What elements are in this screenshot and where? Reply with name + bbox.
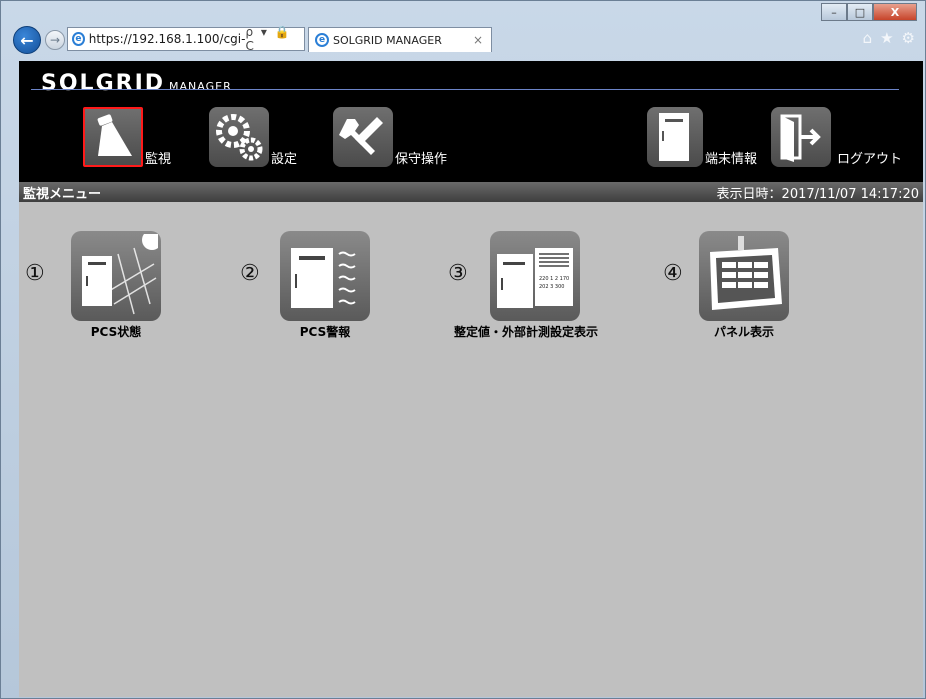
header-divider [31,89,899,90]
close-button[interactable]: X [873,3,917,21]
forward-button[interactable]: → [45,30,65,50]
nav-label: 端末情報 [705,152,758,167]
arrow-right-icon: → [49,33,61,47]
menu-number: ③ [448,261,468,286]
address-tools[interactable]: ρ ▾ 🔒 C [245,25,300,53]
menu-label: 整定値・外部計測設定表示 [454,325,599,339]
window-controls: – □ X [821,3,917,21]
home-icon[interactable]: ⌂ [863,29,873,47]
menu-pcs-status[interactable]: ① PCS状態 [19,231,169,340]
tab-close-icon[interactable]: × [473,33,483,47]
sub-header-bar: 監視メニュー 表示日時：2017/11/07 14:17:20 [19,182,923,202]
favorites-icon[interactable]: ★ [880,29,893,47]
menu-setting-values[interactable]: ③ 220 1 2 170 202 3 300 整定値・外部計測設定表示 [444,231,644,340]
page-title: 監視メニュー [23,186,102,202]
maximize-button[interactable]: □ [847,3,873,21]
nav-terminal-info[interactable]: 端末情報 [647,105,757,167]
tab-title: SOLGRID MANAGER [333,33,442,47]
browser-window: – □ X ← → e https://192.168.1.100/cgi- ρ… [0,0,926,699]
menu-number: ① [25,261,45,286]
nav-label: ログアウト [837,152,903,167]
title-bar: – □ X ← → e https://192.168.1.100/cgi- ρ… [1,1,925,54]
setting-values-icon: 220 1 2 170 202 3 300 [490,231,580,321]
svg-text:220 1 2 170: 220 1 2 170 [539,276,569,282]
ie-icon: e [315,33,329,47]
svg-text:202 3 300: 202 3 300 [539,284,564,290]
nav-logout[interactable]: ログアウト [771,105,902,167]
gears-icon [209,107,269,167]
settings-icon[interactable]: ⚙ [902,29,915,47]
app-header: SOLGRID MANAGER 監視 設定 保守操作 端末情報 ログアウト [19,61,923,182]
pcs-alarm-icon [280,231,370,321]
logo: SOLGRID MANAGER [41,71,232,96]
panel-display-icon [699,231,789,321]
address-bar[interactable]: e https://192.168.1.100/cgi- ρ ▾ 🔒 C [67,25,305,53]
menu-panel-display[interactable]: ④ パネル表示 [659,231,809,340]
tools-icon [333,107,393,167]
logo-sub: MANAGER [169,80,232,93]
browser-toolbar: ⌂ ★ ⚙ [863,29,915,47]
nav-settings[interactable]: 設定 [209,105,297,167]
nav-monitor[interactable]: 監視 [83,105,171,167]
menu-label: パネル表示 [713,325,774,339]
nav-label: 保守操作 [395,152,448,167]
display-datetime: 表示日時：2017/11/07 14:17:20 [716,186,919,202]
minimize-button[interactable]: – [821,3,847,21]
back-button[interactable]: ← [13,26,41,54]
menu-number: ④ [663,261,683,286]
nav-label: 設定 [271,152,298,167]
tab-solgrid[interactable]: e SOLGRID MANAGER × [308,27,492,52]
logo-main: SOLGRID [41,71,166,96]
menu-pcs-alarm[interactable]: ② PCS警報 [234,231,384,340]
ie-icon: e [72,32,85,46]
page-content: SOLGRID MANAGER 監視 設定 保守操作 端末情報 ログアウト 監視… [19,61,923,697]
address-text[interactable]: https://192.168.1.100/cgi- [89,32,246,46]
terminal-icon [647,107,703,167]
menu-number: ② [240,261,260,286]
arrow-left-icon: ← [20,30,34,50]
menu-label: PCS状態 [90,325,142,339]
pcs-status-icon [71,231,161,321]
nav-label: 監視 [145,152,172,167]
nav-maintenance[interactable]: 保守操作 [333,105,447,167]
logout-icon [771,107,831,167]
menu-label: PCS警報 [299,325,351,339]
monitor-icon [83,107,143,167]
